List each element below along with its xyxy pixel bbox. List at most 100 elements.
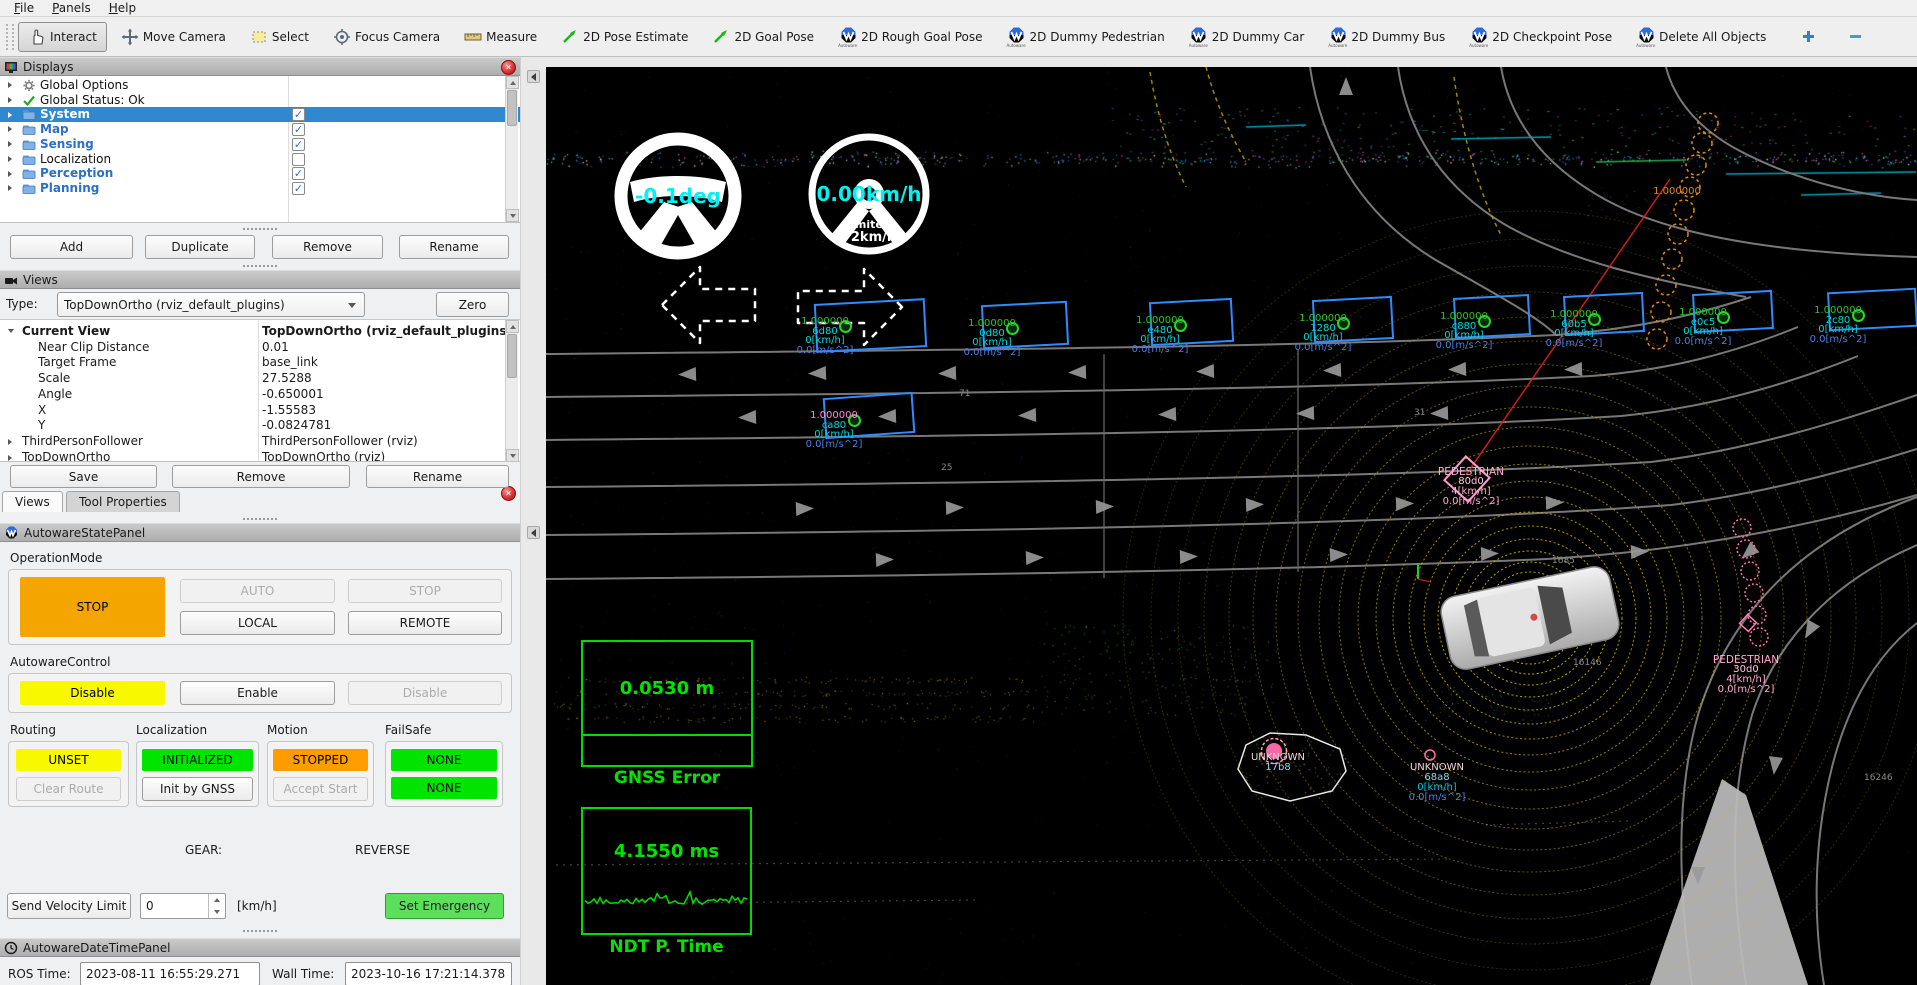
- view-property-row-current-view[interactable]: Current ViewTopDownOrtho (rviz_default_p…: [0, 324, 520, 340]
- tool-2d-goal-pose[interactable]: 2D Goal Pose: [702, 22, 824, 52]
- datetime-panel-titlebar[interactable]: AutowareDateTimePanel: [0, 938, 520, 957]
- view-property-row-x[interactable]: X-1.55583: [0, 403, 520, 419]
- tool-2d-dummy-car[interactable]: Autoware2D Dummy Car: [1179, 22, 1315, 52]
- expander-icon[interactable]: [8, 112, 12, 118]
- tab-tool-properties[interactable]: Tool Properties: [66, 491, 180, 512]
- auto-mode-button[interactable]: AUTO: [180, 579, 335, 603]
- tool-2d-dummy-pedestrian[interactable]: Autoware2D Dummy Pedestrian: [997, 22, 1175, 52]
- tool-2d-rough-goal-pose[interactable]: Autoware2D Rough Goal Pose: [828, 22, 992, 52]
- stop-mode-button[interactable]: STOP: [348, 579, 502, 603]
- tool-interact[interactable]: Interact: [18, 22, 107, 52]
- menu-help[interactable]: Help: [101, 0, 144, 16]
- save-view-button[interactable]: Save: [10, 465, 157, 488]
- state-panel-titlebar[interactable]: AutowareStatePanel: [0, 523, 520, 542]
- display-enabled-checkbox[interactable]: ✓: [292, 138, 305, 151]
- tool-delete-all-objects[interactable]: AutowareDelete All Objects: [1626, 22, 1776, 52]
- property-value[interactable]: 0.01: [262, 340, 505, 356]
- menu-panels[interactable]: Panels: [44, 0, 99, 16]
- displays-panel-titlebar[interactable]: Displays: [0, 57, 520, 76]
- add-display-button[interactable]: Add: [10, 235, 133, 259]
- display-row-global-status-ok[interactable]: Global Status: Ok: [0, 93, 520, 108]
- property-value[interactable]: -0.0824781: [262, 418, 505, 434]
- expander-icon[interactable]: [8, 171, 12, 177]
- view-property-row-target-frame[interactable]: Target Framebase_link: [0, 355, 520, 371]
- enable-control-button[interactable]: Enable: [180, 681, 335, 705]
- 3d-viewport[interactable]: 1.0000006d800[km/h]0.0[m/s^2]1.0000000d8…: [546, 67, 1917, 985]
- tool-select[interactable]: Select: [240, 22, 319, 52]
- view-property-row-y[interactable]: Y-0.0824781: [0, 418, 520, 434]
- tab-views[interactable]: Views: [2, 491, 63, 512]
- expander-icon[interactable]: [8, 185, 12, 191]
- display-enabled-checkbox[interactable]: ✓: [292, 108, 305, 121]
- expander-icon[interactable]: [8, 439, 12, 445]
- tool-move-camera[interactable]: Move Camera: [111, 22, 236, 52]
- view-property-row-topdownortho[interactable]: TopDownOrthoTopDownOrtho (rviz): [0, 450, 520, 462]
- expander-icon[interactable]: [8, 455, 12, 461]
- ros-time-field[interactable]: 2023-08-11 16:55:29.271: [80, 962, 260, 985]
- display-enabled-checkbox[interactable]: ✓: [292, 182, 305, 195]
- expander-icon[interactable]: [8, 141, 12, 147]
- clear-route-button[interactable]: Clear Route: [16, 777, 121, 801]
- zero-button[interactable]: Zero: [436, 292, 509, 317]
- property-value[interactable]: TopDownOrtho (rviz): [262, 450, 505, 462]
- view-property-row-scale[interactable]: Scale27.5288: [0, 371, 520, 387]
- view-type-combobox[interactable]: TopDownOrtho (rviz_default_plugins): [57, 292, 365, 317]
- tool-2d-checkpoint-pose[interactable]: Autoware2D Checkpoint Pose: [1459, 22, 1622, 52]
- remove-view-button[interactable]: Remove: [172, 465, 350, 488]
- expander-icon[interactable]: [8, 97, 12, 103]
- wall-time-field[interactable]: 2023-10-16 17:21:14.378: [345, 962, 512, 985]
- view-property-row-angle[interactable]: Angle-0.650001: [0, 387, 520, 403]
- splitter-handle[interactable]: [0, 927, 520, 934]
- property-value[interactable]: -0.650001: [262, 387, 505, 403]
- tool-2d-dummy-bus[interactable]: Autoware2D Dummy Bus: [1318, 22, 1455, 52]
- expander-icon[interactable]: [8, 156, 12, 162]
- splitter-handle[interactable]: [0, 515, 520, 522]
- views-scrollbar[interactable]: [505, 320, 518, 462]
- rename-display-button[interactable]: Rename: [399, 235, 509, 259]
- remove-display-button[interactable]: Remove: [272, 235, 383, 259]
- collapse-panel-button[interactable]: [527, 70, 540, 83]
- display-row-sensing[interactable]: Sensing✓: [0, 137, 520, 152]
- menu-file[interactable]: File: [6, 0, 42, 16]
- displays-scrollbar[interactable]: [505, 76, 518, 223]
- display-row-system[interactable]: System✓: [0, 107, 520, 122]
- display-enabled-checkbox[interactable]: ✓: [292, 167, 305, 180]
- accept-start-button[interactable]: Accept Start: [273, 777, 368, 801]
- expander-icon[interactable]: [8, 82, 12, 88]
- local-mode-button[interactable]: LOCAL: [180, 611, 335, 635]
- duplicate-display-button[interactable]: Duplicate: [145, 235, 255, 259]
- display-row-planning[interactable]: Planning✓: [0, 181, 520, 196]
- view-property-row-thirdpersonfollower[interactable]: ThirdPersonFollowerThirdPersonFollower (…: [0, 434, 520, 450]
- expander-icon[interactable]: [8, 329, 14, 333]
- display-row-map[interactable]: Map✓: [0, 122, 520, 137]
- display-enabled-checkbox[interactable]: [292, 153, 305, 166]
- disable-control-button[interactable]: Disable: [348, 681, 502, 705]
- property-value[interactable]: TopDownOrtho (rviz_default_plugins: [262, 324, 505, 340]
- display-row-localization[interactable]: Localization: [0, 152, 520, 167]
- init-by-gnss-button[interactable]: Init by GNSS: [142, 777, 253, 801]
- display-row-perception[interactable]: Perception✓: [0, 166, 520, 181]
- displays-close-button[interactable]: [501, 60, 516, 75]
- views-close-button[interactable]: [501, 486, 516, 501]
- display-enabled-checkbox[interactable]: ✓: [292, 123, 305, 136]
- rename-view-button[interactable]: Rename: [366, 465, 509, 488]
- view-property-row-near-clip-distance[interactable]: Near Clip Distance0.01: [0, 340, 520, 356]
- toolbar-grip[interactable]: [6, 24, 14, 50]
- property-value[interactable]: 27.5288: [262, 371, 505, 387]
- tool-2d-pose-estimate[interactable]: 2D Pose Estimate: [551, 22, 698, 52]
- tool-measure[interactable]: Measure: [454, 22, 547, 52]
- remote-mode-button[interactable]: REMOTE: [348, 611, 502, 635]
- views-panel-titlebar[interactable]: Views: [0, 270, 520, 289]
- property-value[interactable]: ThirdPersonFollower (rviz): [262, 434, 505, 450]
- expander-icon[interactable]: [8, 126, 12, 132]
- splitter-handle[interactable]: [0, 262, 520, 269]
- remove-tool-button[interactable]: [1841, 22, 1870, 52]
- property-value[interactable]: -1.55583: [262, 403, 505, 419]
- add-tool-button[interactable]: [1794, 22, 1823, 52]
- set-emergency-button[interactable]: Set Emergency: [385, 893, 504, 919]
- send-velocity-limit-button[interactable]: Send Velocity Limit: [7, 893, 131, 919]
- tool-focus-camera[interactable]: Focus Camera: [323, 22, 450, 52]
- display-row-global-options[interactable]: Global Options: [0, 78, 520, 93]
- splitter-handle[interactable]: [0, 225, 520, 232]
- collapse-panel-button[interactable]: [527, 526, 540, 539]
